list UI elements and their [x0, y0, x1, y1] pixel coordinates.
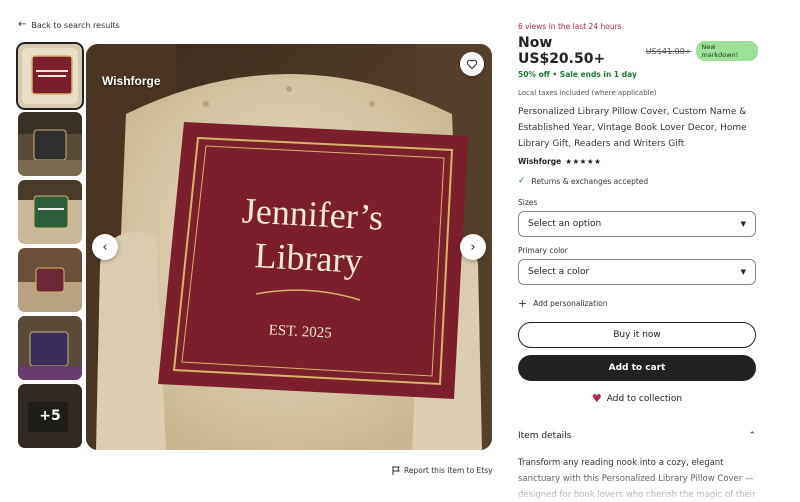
- views-notice: 6 views in the last 24 hours: [518, 22, 622, 31]
- tax-note: Local taxes included (where applicable): [518, 89, 657, 97]
- current-price: Now US$20.50+: [518, 35, 606, 67]
- pillow-photo: Jennifer’s Library EST. 2025: [86, 44, 492, 450]
- add-to-collection-label: Add to collection: [606, 393, 683, 404]
- caret-down-icon: ▼: [740, 268, 746, 276]
- add-to-collection-button[interactable]: ♥ Add to collection: [518, 392, 756, 405]
- pillow-name-text: Jennifer’s: [241, 190, 384, 237]
- color-label: Primary color: [518, 246, 568, 255]
- returns-policy: ✓ Returns & exchanges accepted: [518, 176, 758, 186]
- next-image-button[interactable]: ›: [460, 234, 486, 260]
- thumbnail-5-image: [18, 316, 82, 380]
- chevron-left-icon: ‹: [102, 239, 108, 255]
- thumbnail-strip: +5: [16, 42, 84, 452]
- more-images-count: +5: [18, 384, 82, 448]
- sizes-label: Sizes: [518, 198, 538, 207]
- pillow-library-text: Library: [254, 235, 364, 281]
- heart-outline-icon: [466, 59, 478, 70]
- chevron-up-icon: ⌃: [748, 431, 756, 441]
- pillow-est-text: EST. 2025: [268, 322, 332, 341]
- back-to-search-link[interactable]: ← Back to search results: [18, 20, 120, 30]
- checkmark-icon: ✓: [518, 176, 526, 186]
- color-select[interactable]: Select a color ▼: [518, 259, 756, 285]
- product-title: Personalized Library Pillow Cover, Custo…: [518, 107, 747, 149]
- caret-down-icon: ▼: [740, 220, 746, 228]
- thumbnail-4[interactable]: [18, 248, 82, 312]
- thumbnail-1-image: [18, 44, 82, 108]
- item-description: Transform any reading nook into a cozy, …: [518, 458, 756, 500]
- previous-image-button[interactable]: ‹: [92, 234, 118, 260]
- add-personalization-label: Add personalization: [533, 299, 608, 308]
- main-product-image: Jennifer’s Library EST. 2025 Wishforge ‹…: [86, 44, 492, 450]
- favorite-button[interactable]: [460, 52, 484, 76]
- item-details-heading: Item details: [518, 431, 572, 441]
- returns-label: Returns & exchanges accepted: [531, 176, 649, 186]
- thumbnail-3-image: [18, 180, 82, 244]
- flag-icon: [392, 466, 400, 475]
- product-panel: 6 views in the last 24 hours Now US$20.5…: [518, 22, 758, 502]
- thumbnail-2-image: [18, 112, 82, 176]
- color-select-value: Select a color: [528, 267, 590, 277]
- item-details-toggle[interactable]: Item details ⌃: [518, 431, 756, 441]
- arrow-left-icon: ←: [18, 19, 27, 30]
- thumbnail-4-image: [18, 248, 82, 312]
- star-rating[interactable]: ★★★★★: [565, 157, 601, 166]
- thumbnail-2[interactable]: [18, 112, 82, 176]
- markdown-badge: New markdown!: [696, 41, 758, 61]
- back-to-search-label: Back to search results: [31, 20, 120, 30]
- sizes-select-value: Select an option: [528, 219, 602, 229]
- chevron-right-icon: ›: [470, 239, 476, 255]
- brand-watermark: Wishforge: [102, 74, 161, 88]
- heart-filled-icon: ♥: [591, 392, 602, 405]
- plus-icon: +: [518, 297, 528, 310]
- add-to-cart-button[interactable]: Add to cart: [518, 355, 756, 381]
- buy-now-button[interactable]: Buy it now: [518, 322, 756, 348]
- shop-name-link[interactable]: Wishforge: [518, 157, 561, 166]
- sizes-select[interactable]: Select an option ▼: [518, 211, 756, 237]
- thumbnail-5[interactable]: [18, 316, 82, 380]
- thumbnail-3[interactable]: [18, 180, 82, 244]
- original-price: US$41.00+: [645, 46, 692, 56]
- add-personalization-button[interactable]: + Add personalization: [518, 298, 758, 309]
- report-item-link[interactable]: Report this item to Etsy: [392, 466, 493, 475]
- thumbnail-more[interactable]: +5: [18, 384, 82, 448]
- report-item-label: Report this item to Etsy: [404, 466, 493, 475]
- price-row: Now US$20.50+ US$41.00+ New markdown!: [518, 35, 758, 67]
- sale-notice: 50% off • Sale ends in 1 day: [518, 70, 637, 79]
- shop-row: Wishforge ★★★★★: [518, 157, 758, 166]
- thumbnail-1[interactable]: [16, 42, 84, 110]
